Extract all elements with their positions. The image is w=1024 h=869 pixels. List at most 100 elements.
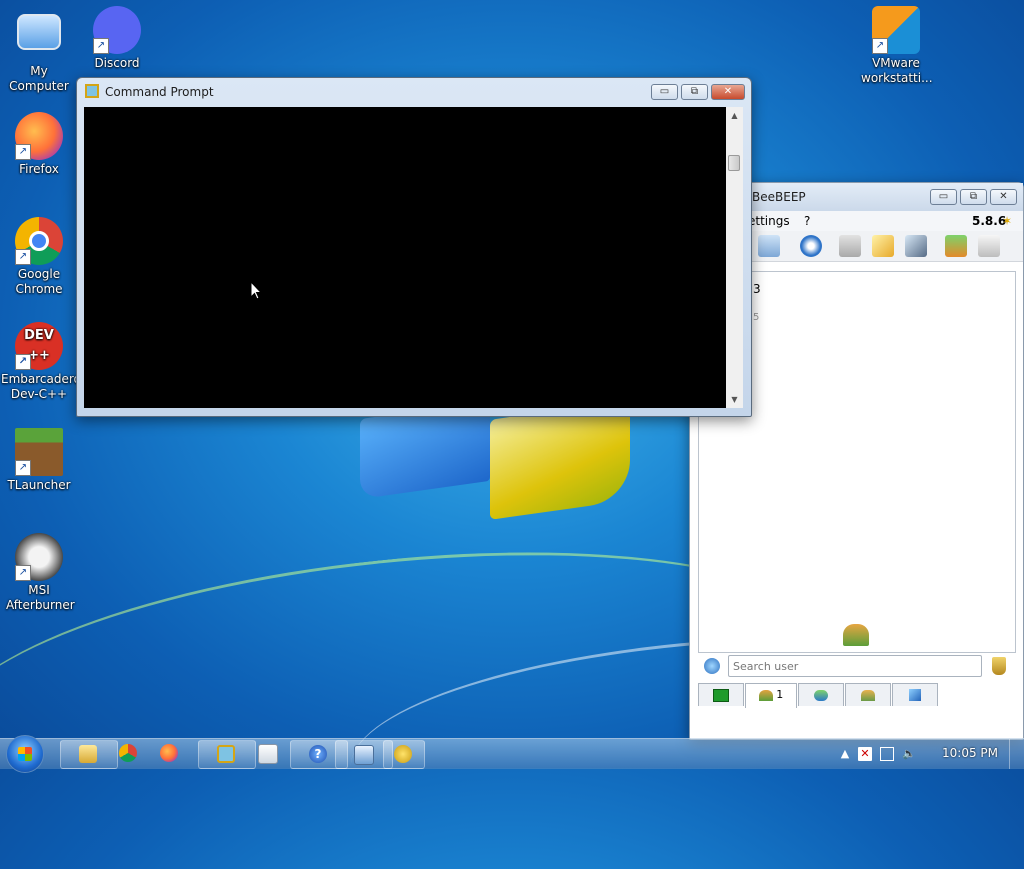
chat-icon bbox=[814, 689, 828, 701]
desktop-icon-google-chrome[interactable]: ↗ Google Chrome bbox=[1, 217, 77, 297]
search-input[interactable] bbox=[728, 655, 982, 677]
shortcut-arrow-icon: ↗ bbox=[93, 38, 109, 54]
taskbar-clock[interactable]: 10:05 PM bbox=[942, 746, 998, 760]
chrome-icon: ↗ bbox=[15, 217, 63, 265]
action-center-icon[interactable]: ✕ bbox=[858, 747, 872, 761]
notepad-icon bbox=[258, 744, 278, 764]
start-button[interactable] bbox=[6, 735, 44, 773]
scroll-thumb[interactable] bbox=[728, 155, 740, 171]
edit-profile-icon[interactable] bbox=[758, 235, 780, 257]
shortcut-arrow-icon: ↗ bbox=[15, 460, 31, 476]
minimize-button[interactable]: ▭ bbox=[651, 84, 678, 100]
help-icon: ? bbox=[309, 745, 327, 763]
mail-icon[interactable] bbox=[839, 235, 861, 257]
desktop-icon-label: MSI Afterburner bbox=[6, 583, 75, 612]
desktop-icon-my-computer[interactable]: My Computer bbox=[1, 6, 77, 94]
users-icon bbox=[843, 624, 869, 646]
desktop-icon-vmware[interactable]: ↗ VMware workstatti... bbox=[858, 6, 934, 86]
users-icon bbox=[758, 689, 773, 701]
vertical-scrollbar[interactable]: ▲ ▼ bbox=[726, 107, 743, 408]
status-icon bbox=[713, 688, 729, 702]
desktop-icon-msi-afterburner[interactable]: ↗ MSI Afterburner bbox=[1, 533, 77, 613]
desktop-icon-tlauncher[interactable]: ↗ TLauncher bbox=[1, 428, 77, 493]
desktop-icon-label: Google Chrome bbox=[15, 267, 63, 296]
firefox-icon bbox=[160, 744, 178, 762]
shortcut-arrow-icon: ↗ bbox=[15, 144, 31, 160]
desktop-icon-label: My Computer bbox=[9, 64, 69, 93]
close-button[interactable]: ✕ bbox=[990, 189, 1017, 205]
tab-share[interactable] bbox=[892, 683, 938, 706]
taskbar-explorer[interactable] bbox=[60, 740, 118, 769]
desktop-icon-firefox[interactable]: ↗ Firefox bbox=[1, 112, 77, 177]
tools-icon[interactable] bbox=[905, 235, 927, 257]
tab-groups[interactable] bbox=[845, 683, 891, 706]
chrome-icon bbox=[119, 744, 137, 762]
taskbar-firefox[interactable] bbox=[160, 740, 190, 767]
shortcut-arrow-icon: ↗ bbox=[15, 249, 31, 265]
mouse-cursor-icon bbox=[250, 281, 262, 300]
menu-settings[interactable]: ettings bbox=[748, 214, 790, 228]
console-output[interactable] bbox=[84, 107, 726, 408]
remote-desktop-icon bbox=[354, 745, 374, 765]
cmd-titlebar[interactable]: Command Prompt ▭ ⧉ ✕ bbox=[77, 78, 751, 106]
show-desktop-button[interactable] bbox=[1009, 739, 1024, 769]
clear-search-icon[interactable] bbox=[992, 657, 1006, 675]
cmd-icon bbox=[217, 745, 235, 763]
network-icon[interactable] bbox=[880, 747, 894, 761]
tab-users[interactable]: 1 bbox=[745, 683, 797, 708]
wallpaper-logo-pane bbox=[490, 400, 630, 520]
cmd-window-icon bbox=[85, 84, 99, 98]
window-title: BeeBEEP bbox=[752, 190, 806, 204]
tray-overflow-icon[interactable]: ▲ bbox=[838, 747, 852, 761]
desktop-icon-label: Firefox bbox=[19, 162, 59, 176]
computer-icon bbox=[17, 14, 61, 50]
desktop-icon-label: VMware workstatti... bbox=[861, 56, 933, 85]
maximize-button[interactable]: ⧉ bbox=[960, 189, 987, 205]
shortcut-arrow-icon: ↗ bbox=[872, 38, 888, 54]
firefox-icon: ↗ bbox=[15, 112, 63, 160]
menu-help[interactable]: ? bbox=[804, 214, 810, 228]
command-prompt-window[interactable]: Command Prompt ▭ ⧉ ✕ ▲ ▼ bbox=[76, 77, 752, 417]
search-options-icon[interactable] bbox=[704, 658, 720, 674]
taskbar: ? ▲ ✕ 🔈 10:05 PM bbox=[0, 735, 1024, 773]
bottom-tabs: 1 bbox=[698, 683, 939, 708]
broadcast-icon[interactable] bbox=[800, 235, 822, 257]
folder-icon bbox=[79, 745, 97, 763]
desktop-icon-label: Discord bbox=[94, 56, 140, 70]
trash-icon[interactable] bbox=[978, 235, 1000, 257]
shortcut-arrow-icon: ↗ bbox=[15, 354, 31, 370]
window-title: Command Prompt bbox=[105, 85, 214, 99]
vmware-icon: ↗ bbox=[872, 6, 920, 54]
devcpp-icon: DEV ++ ↗ bbox=[15, 322, 63, 370]
taskbar-command-prompt[interactable] bbox=[198, 740, 256, 769]
system-tray: ▲ ✕ 🔈 10:05 PM bbox=[834, 739, 1024, 769]
bee-icon bbox=[394, 745, 412, 763]
shortcut-arrow-icon: ↗ bbox=[15, 565, 31, 581]
pencil-icon[interactable] bbox=[872, 235, 894, 257]
desktop-icon-label: TLauncher bbox=[7, 478, 71, 492]
taskbar-chrome[interactable] bbox=[119, 740, 149, 767]
share-icon bbox=[909, 689, 921, 701]
desktop-icon-devcpp[interactable]: DEV ++ ↗ Embarcadero Dev-C++ bbox=[1, 322, 81, 402]
bee-icon: ✶ bbox=[1002, 214, 1013, 228]
taskbar-beebeep[interactable] bbox=[383, 740, 425, 769]
restore-button[interactable]: ⧉ bbox=[681, 84, 708, 100]
list-item-text: 3 bbox=[753, 282, 761, 296]
tab-chats[interactable] bbox=[798, 683, 844, 706]
close-button[interactable]: ✕ bbox=[711, 84, 745, 100]
tlauncher-icon: ↗ bbox=[15, 428, 63, 476]
tab-count: 1 bbox=[776, 688, 784, 701]
desktop-icon-discord[interactable]: ↗ Discord bbox=[79, 6, 155, 71]
volume-icon[interactable]: 🔈 bbox=[902, 747, 916, 761]
list-item-text: 5 bbox=[753, 312, 760, 323]
update-icon[interactable] bbox=[945, 235, 967, 257]
msi-afterburner-icon: ↗ bbox=[15, 533, 63, 581]
scroll-down-arrow[interactable]: ▼ bbox=[726, 391, 743, 408]
scroll-up-arrow[interactable]: ▲ bbox=[726, 107, 743, 124]
tab-status[interactable] bbox=[698, 683, 744, 706]
desktop-icon-label: Embarcadero Dev-C++ bbox=[1, 372, 81, 401]
search-row bbox=[698, 653, 1016, 681]
taskbar-notepad[interactable] bbox=[258, 740, 288, 767]
discord-icon: ↗ bbox=[93, 6, 141, 54]
minimize-button[interactable]: ▭ bbox=[930, 189, 957, 205]
